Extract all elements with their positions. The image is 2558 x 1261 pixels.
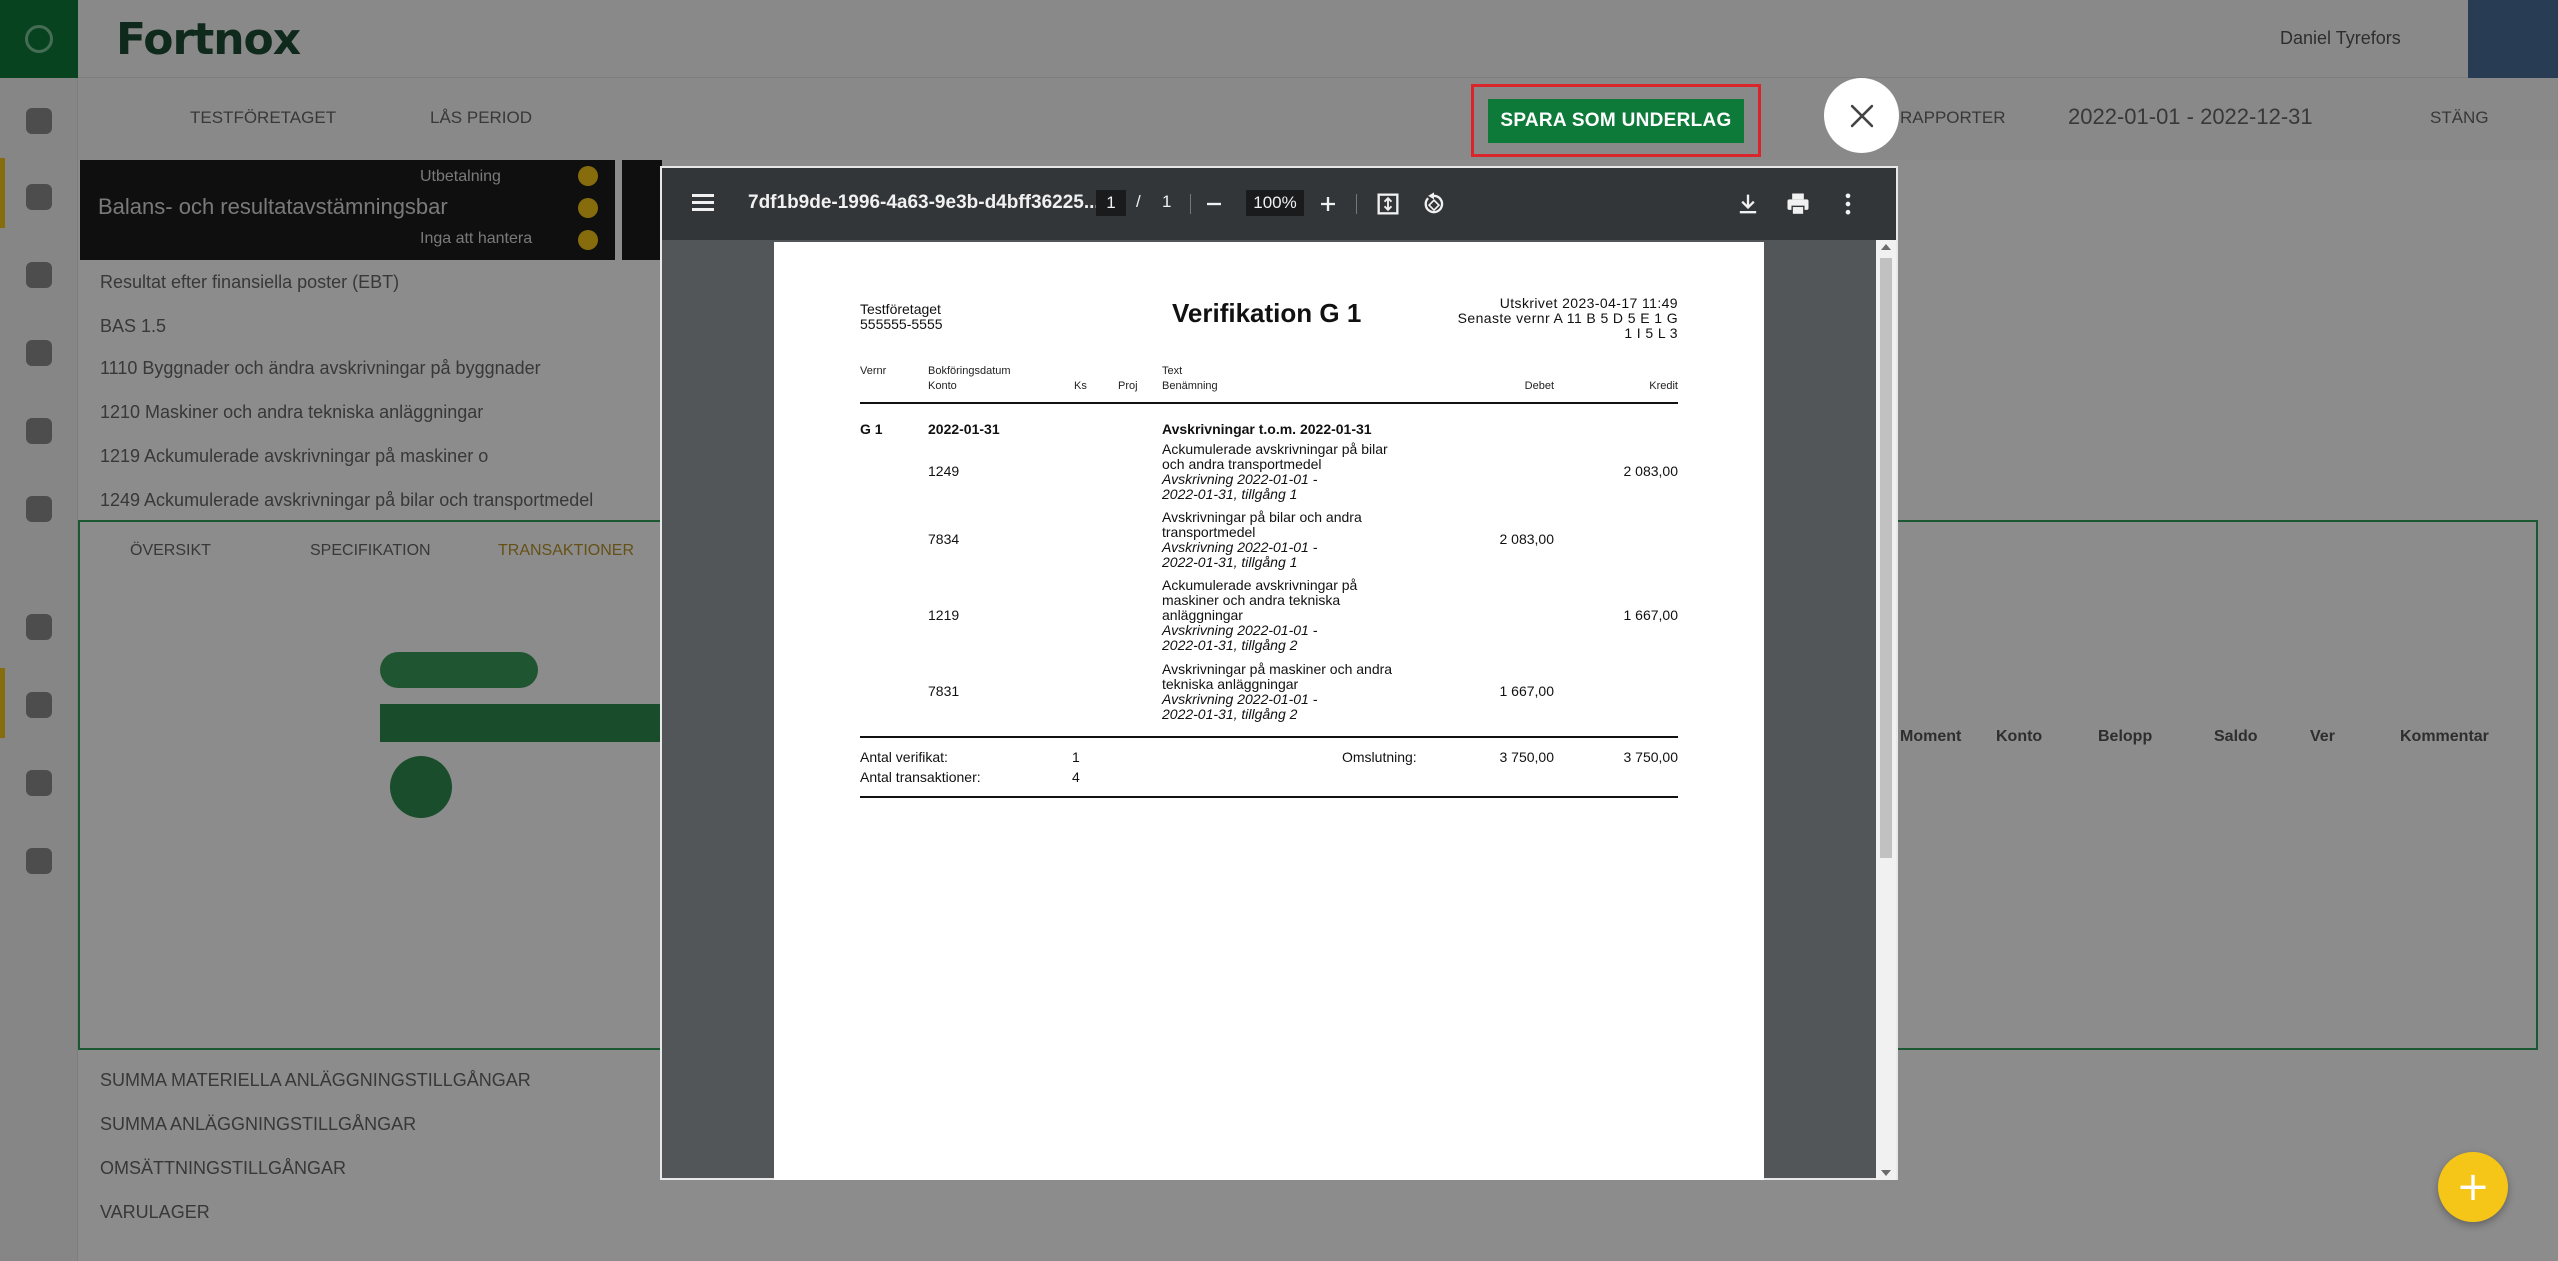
voucher-number: G 1 xyxy=(860,421,883,437)
row-credit: 1 667,00 xyxy=(1623,607,1679,623)
toolbar-divider xyxy=(1190,194,1191,214)
header-kredit: Kredit xyxy=(1649,380,1678,392)
add-fab-button[interactable]: + xyxy=(2438,1152,2508,1222)
row-description: Ackumulerade avskrivningar på bilar och … xyxy=(1162,442,1388,502)
pdf-scrollbar[interactable] xyxy=(1876,240,1896,1180)
header-bookkeeping-date: Bokföringsdatum Konto xyxy=(928,364,1011,394)
doc-printed: Utskrivet 2023-04-17 11:49 xyxy=(1499,295,1678,311)
row-name-line: Avskrivningar på maskiner och andra xyxy=(1162,661,1393,677)
rotate-icon[interactable] xyxy=(1420,190,1448,218)
footer-divider xyxy=(860,796,1678,798)
page: Fortnox Daniel Tyrefors TESTFÖRETAGET LÅ… xyxy=(0,0,2558,1261)
row-debit: 2 083,00 xyxy=(1499,531,1555,547)
row-account: 1249 xyxy=(928,463,960,479)
close-viewer-button[interactable] xyxy=(1824,78,1899,153)
row-description: Avskrivningar på maskiner och andra tekn… xyxy=(1162,662,1392,722)
row-note-line: 2022-01-31, tillgång 2 xyxy=(1162,706,1298,722)
header-proj: Proj xyxy=(1118,380,1138,392)
row-name-line: maskiner och andra tekniska xyxy=(1162,592,1341,608)
scroll-up-arrow-icon[interactable] xyxy=(1881,244,1891,250)
download-icon[interactable] xyxy=(1734,190,1762,218)
doc-latest-vernr-2: 1 I 5 L 3 xyxy=(1624,325,1678,341)
row-note-line: Avskrivning 2022-01-01 - xyxy=(1162,622,1318,638)
more-options-icon[interactable] xyxy=(1834,190,1862,218)
scroll-down-arrow-icon[interactable] xyxy=(1881,1170,1891,1176)
doc-print-info: Utskrivet 2023-04-17 11:49 Senaste vernr… xyxy=(1458,296,1678,341)
row-account: 7831 xyxy=(928,683,960,699)
row-description: Avskrivningar på bilar och andra transpo… xyxy=(1162,510,1362,570)
pdf-page: Testföretaget 555555-5555 Verifikation G… xyxy=(774,242,1764,1180)
print-icon[interactable] xyxy=(1784,190,1812,218)
zoom-input[interactable]: 100% xyxy=(1246,190,1304,216)
zoom-in-icon[interactable] xyxy=(1314,190,1342,218)
row-name-line: Avskrivningar på bilar och andra xyxy=(1162,509,1362,525)
header-benamning: Benämning xyxy=(1162,380,1218,392)
doc-company: Testföretaget xyxy=(860,301,941,317)
row-account: 1219 xyxy=(928,607,960,623)
pdf-viewer: 7df1b9de-1996-4a63-9e3b-d4bff36225... 1 … xyxy=(660,166,1898,1180)
turnover-credit: 3 750,00 xyxy=(1623,749,1679,765)
pdf-toolbar: 7df1b9de-1996-4a63-9e3b-d4bff36225... 1 … xyxy=(662,168,1896,240)
row-name-line: Ackumulerade avskrivningar på bilar xyxy=(1162,441,1388,457)
header-text: Text Benämning xyxy=(1162,364,1218,394)
turnover-label: Omslutning: xyxy=(1342,749,1417,765)
row-debit: 1 667,00 xyxy=(1499,683,1555,699)
row-account: 7834 xyxy=(928,531,960,547)
row-note-line: Avskrivning 2022-01-01 - xyxy=(1162,471,1318,487)
row-name-line: anläggningar xyxy=(1162,607,1243,623)
menu-icon[interactable] xyxy=(692,190,720,218)
header-ks: Ks xyxy=(1074,380,1087,392)
zoom-out-icon[interactable] xyxy=(1200,190,1228,218)
total-vouchers-label: Antal verifikat: xyxy=(860,749,948,765)
row-note-line: Avskrivning 2022-01-01 - xyxy=(1162,691,1318,707)
total-transactions: 4 xyxy=(1072,769,1080,785)
fit-page-icon[interactable] xyxy=(1374,190,1402,218)
page-total: 1 xyxy=(1162,192,1172,211)
close-icon xyxy=(1850,104,1873,127)
header-konto: Konto xyxy=(928,380,957,392)
doc-latest-vernr: Senaste vernr A 11 B 5 D 5 E 1 G xyxy=(1457,310,1678,326)
pdf-filename: 7df1b9de-1996-4a63-9e3b-d4bff36225... xyxy=(748,192,1100,213)
total-transactions-label: Antal transaktioner: xyxy=(860,769,981,785)
save-as-attachment-button[interactable]: SPARA SOM UNDERLAG xyxy=(1488,99,1744,143)
turnover-debit: 3 750,00 xyxy=(1499,749,1555,765)
scroll-thumb[interactable] xyxy=(1880,258,1892,858)
row-name-line: transportmedel xyxy=(1162,524,1256,540)
row-note-line: 2022-01-31, tillgång 1 xyxy=(1162,554,1298,570)
header-text-label: Text xyxy=(1162,365,1183,377)
voucher-text: Avskrivningar t.o.m. 2022-01-31 xyxy=(1162,421,1372,437)
toolbar-divider xyxy=(1356,194,1357,214)
plus-icon: + xyxy=(2456,1164,2490,1210)
totals-divider xyxy=(860,736,1678,738)
row-credit: 2 083,00 xyxy=(1623,463,1679,479)
header-bokforingsdatum: Bokföringsdatum xyxy=(928,365,1011,377)
row-description: Ackumulerade avskrivningar på maskiner o… xyxy=(1162,578,1357,653)
row-note-line: Avskrivning 2022-01-01 - xyxy=(1162,539,1318,555)
row-name-line: Ackumulerade avskrivningar på xyxy=(1162,577,1358,593)
voucher-date: 2022-01-31 xyxy=(928,421,1000,437)
header-debet: Debet xyxy=(1524,380,1554,392)
row-name-line: tekniska anläggningar xyxy=(1162,676,1299,692)
doc-title: Verifikation G 1 xyxy=(1172,298,1362,328)
row-note-line: 2022-01-31, tillgång 1 xyxy=(1162,486,1298,502)
header-divider xyxy=(860,402,1678,404)
pdf-body: Testföretaget 555555-5555 Verifikation G… xyxy=(662,240,1896,1180)
row-note-line: 2022-01-31, tillgång 2 xyxy=(1162,637,1298,653)
total-vouchers: 1 xyxy=(1072,749,1080,765)
doc-company-block: Testföretaget 555555-5555 xyxy=(860,302,943,332)
row-name-line: och andra transportmedel xyxy=(1162,456,1322,472)
doc-org-number: 555555-5555 xyxy=(860,316,943,332)
page-number-input[interactable]: 1 xyxy=(1096,190,1126,216)
page-separator: / xyxy=(1136,192,1141,211)
header-vernr: Vernr xyxy=(860,365,887,377)
